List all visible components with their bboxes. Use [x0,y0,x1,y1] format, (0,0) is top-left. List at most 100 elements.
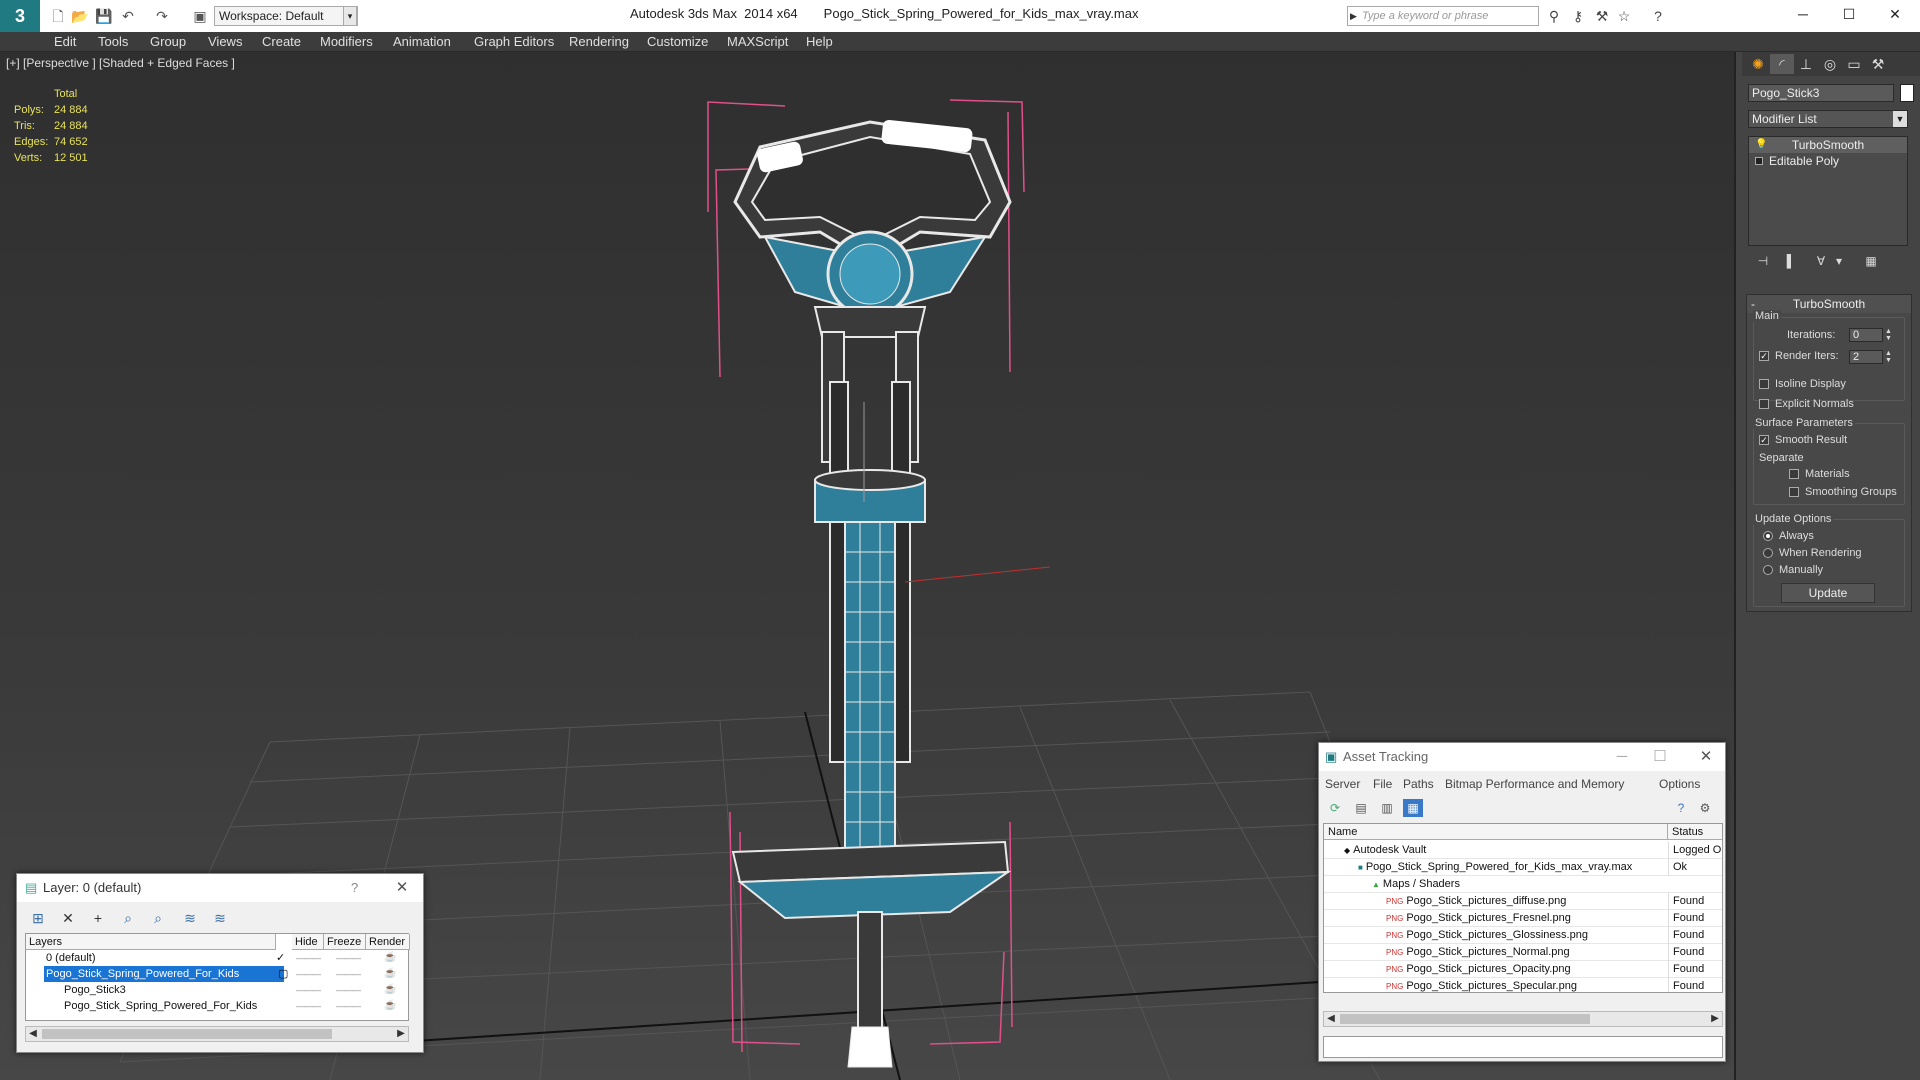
object-color-swatch[interactable] [1900,84,1914,102]
menu-tools[interactable]: Tools [98,32,128,52]
active-layer-check-icon[interactable]: ✓ [276,950,285,966]
redo-icon[interactable]: ↷ [152,6,172,26]
select-objects-icon[interactable]: ⌕ [117,908,139,928]
render-teapot-icon[interactable]: ☕ [384,982,396,998]
asset-row[interactable]: PNG Pogo_Stick_pictures_Specular.png Foun… [1324,978,1722,992]
scroll-left-icon[interactable]: ◀ [1324,1012,1338,1026]
asset-close-icon[interactable]: ✕ [1691,743,1721,771]
menu-edit[interactable]: Edit [54,32,76,52]
asset-help-icon[interactable]: ? [1671,799,1691,817]
app-logo[interactable]: 3 [0,0,40,32]
render-column-header[interactable]: Render [366,934,410,950]
render-teapot-icon[interactable]: ☕ [384,998,396,1014]
asset-row[interactable]: PNG Pogo_Stick_pictures_Opacity.png Found [1324,961,1722,978]
asset-row[interactable]: PNG Pogo_Stick_pictures_diffuse.png Found [1324,893,1722,910]
layer-row[interactable]: Pogo_Stick_Spring_Powered_For_Kids ▢ ———… [26,966,410,982]
layer-row[interactable]: Pogo_Stick3 ——— ——— ☕ [26,982,410,998]
close-icon[interactable]: ✕ [1872,0,1918,28]
render-teapot-icon[interactable]: ☕ [384,966,396,982]
layer-dialog-titlebar[interactable]: ▤ Layer: 0 (default) ? ✕ [17,874,423,902]
table-view-icon[interactable]: ▦ [1403,799,1423,817]
set-current-box-icon[interactable]: ▢ [278,966,288,982]
scroll-left-icon[interactable]: ◀ [26,1027,40,1041]
refresh-icon[interactable]: ⟳ [1325,799,1345,817]
render-iters-checkbox[interactable]: ✓ [1759,351,1769,361]
stack-item-turbosmooth[interactable]: 💡 TurboSmooth [1749,137,1907,153]
layer-hscrollbar[interactable]: ◀ ▶ [25,1026,409,1042]
asset-row[interactable]: ◆ Autodesk Vault Logged O [1324,842,1722,859]
always-radio[interactable] [1763,531,1773,541]
hierarchy-tab-icon[interactable]: ⊥ [1794,54,1818,74]
add-to-layer-icon[interactable]: + [87,908,109,928]
scroll-thumb[interactable] [42,1029,332,1039]
maximize-icon[interactable]: ☐ [1826,0,1872,28]
viewport-label[interactable]: [+] [Perspective ] [Shaded + Edged Faces… [6,56,235,70]
layer-row[interactable]: 0 (default) ✓ ——— ——— ☕ [26,950,410,966]
asset-menu-server[interactable]: Server [1325,775,1360,793]
when-rendering-radio[interactable] [1763,548,1773,558]
spinner-arrows-icon[interactable]: ▲ ▼ [1885,328,1893,342]
freeze-toggle[interactable]: ——— [336,982,361,998]
asset-menu-options[interactable]: Options [1659,775,1700,793]
scroll-thumb[interactable] [1340,1014,1590,1024]
hide-all-layers-icon[interactable]: ≋ [179,908,201,928]
delete-layer-icon[interactable]: ✕ [57,908,79,928]
search-input[interactable]: ▶ Type a keyword or phrase [1347,6,1539,26]
hide-toggle[interactable]: ——— [296,998,321,1014]
save-file-icon[interactable]: 💾 [94,6,114,26]
create-tab-icon[interactable]: ✺ [1746,54,1770,74]
name-column-header[interactable]: Name [1324,824,1668,840]
layer-close-icon[interactable]: ✕ [387,874,417,902]
list-view-icon[interactable]: ▤ [1351,799,1371,817]
binoculars-icon[interactable]: ⚲ [1544,6,1564,26]
update-button[interactable]: Update [1781,583,1875,603]
stack-item-editable-poly[interactable]: Editable Poly [1749,153,1907,169]
layers-column-header[interactable]: Layers [26,934,276,950]
display-tab-icon[interactable]: ▭ [1842,54,1866,74]
freeze-toggle[interactable]: ——— [336,966,361,982]
asset-row[interactable]: PNG Pogo_Stick_pictures_Fresnel.png Found [1324,910,1722,927]
layer-row[interactable]: Pogo_Stick_Spring_Powered_For_Kids ——— —… [26,998,410,1014]
workspace-menu-button[interactable]: ▾ [343,6,357,26]
new-file-icon[interactable]: 🗋 [48,6,68,26]
asset-row[interactable]: ▲ Maps / Shaders [1324,876,1722,893]
render-iters-spinner[interactable]: 2 [1849,350,1883,364]
asset-menu-paths[interactable]: Paths [1403,775,1434,793]
freeze-column-header[interactable]: Freeze [324,934,366,950]
render-teapot-icon[interactable]: ☕ [384,950,396,966]
hide-column-header[interactable]: Hide [292,934,324,950]
layer-help-icon[interactable]: ? [351,874,358,902]
freeze-toggle[interactable]: ——— [336,998,361,1014]
menu-modifiers[interactable]: Modifiers [320,32,373,52]
modifier-list-dropdown[interactable]: Modifier List ▼ [1748,110,1908,128]
menu-help[interactable]: Help [806,32,833,52]
menu-graph-editors[interactable]: Graph Editors [474,32,554,52]
materials-checkbox[interactable] [1789,469,1799,479]
show-end-result-icon[interactable]: ▌ [1780,252,1802,270]
smooth-result-checkbox[interactable]: ✓ [1759,435,1769,445]
remove-modifier-icon[interactable]: ▾ [1828,252,1850,270]
help-icon[interactable]: ? [1648,6,1668,26]
menu-create[interactable]: Create [262,32,301,52]
menu-group[interactable]: Group [150,32,186,52]
menu-views[interactable]: Views [208,32,242,52]
asset-menu-bitmap-performance[interactable]: Bitmap Performance and Memory [1445,775,1624,793]
undo-icon[interactable]: ↶ [118,6,138,26]
pin-stack-icon[interactable]: ⊣ [1752,252,1774,270]
modify-tab-icon[interactable]: ◜ [1770,54,1794,74]
asset-minimize-icon[interactable]: ─ [1607,743,1637,771]
asset-row[interactable]: ■ Pogo_Stick_Spring_Powered_for_Kids_max_… [1324,859,1722,876]
smoothing-groups-checkbox[interactable] [1789,487,1799,497]
menu-rendering[interactable]: Rendering [569,32,629,52]
menu-maxscript[interactable]: MAXScript [727,32,788,52]
hide-toggle[interactable]: ——— [296,982,321,998]
asset-row[interactable]: PNG Pogo_Stick_pictures_Normal.png Found [1324,944,1722,961]
iterations-spinner[interactable]: 0 [1849,328,1883,342]
tools-icon[interactable]: ⚒ [1592,6,1612,26]
workspace-dropdown[interactable]: Workspace: Default▾ [214,6,358,26]
asset-dialog-titlebar[interactable]: ▣ Asset Tracking ─ ☐ ✕ [1319,743,1725,771]
scroll-right-icon[interactable]: ▶ [394,1027,408,1041]
key-icon[interactable]: ⚷ [1568,6,1588,26]
hide-toggle[interactable]: ——— [296,966,321,982]
highlight-layer-icon[interactable]: ⌕ [147,908,169,928]
